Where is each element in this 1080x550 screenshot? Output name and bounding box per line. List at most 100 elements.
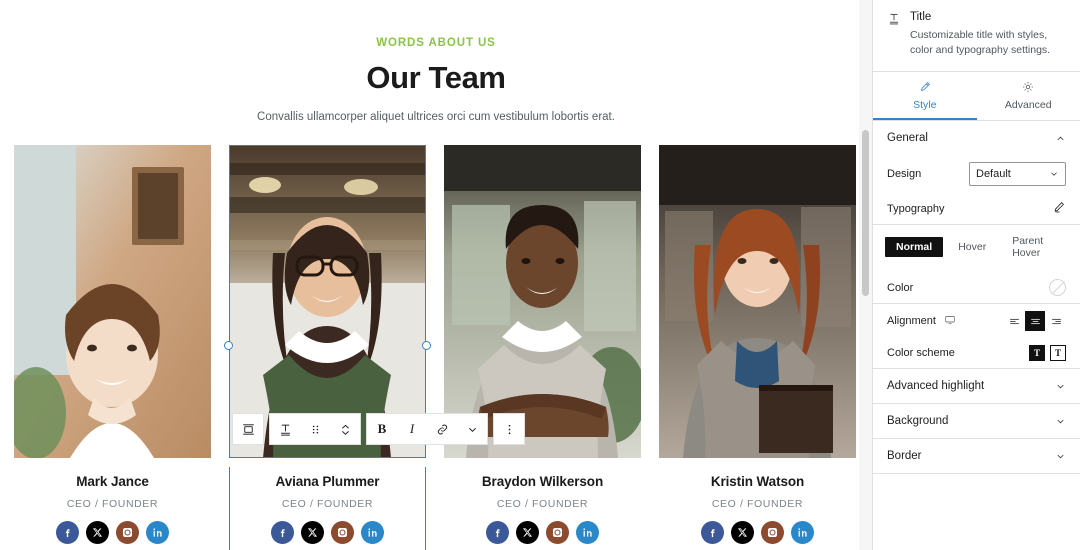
section-background-label: Background [887,415,949,428]
chevron-up-icon [1057,136,1064,141]
section-advanced-highlight[interactable]: Advanced highlight [873,369,1080,403]
toolbar-group-block-type [232,413,264,445]
tab-advanced[interactable]: Advanced [977,72,1080,120]
instagram-icon[interactable] [546,521,569,544]
align-center[interactable] [1025,311,1045,332]
align-right[interactable] [1046,311,1066,331]
vertical-ellipsis-icon[interactable] [494,414,524,444]
linkedin-icon[interactable] [361,521,384,544]
no-color-icon[interactable] [1049,279,1066,297]
resize-handle-right[interactable] [422,341,431,350]
resize-handle-left[interactable] [224,341,233,350]
linkedin-icon[interactable] [146,521,169,544]
member-photo[interactable] [444,145,641,458]
align-left[interactable] [1004,311,1024,331]
scheme-dark[interactable]: T [1029,345,1045,362]
section-eyebrow: WORDS ABOUT US [376,37,496,49]
x-twitter-icon[interactable] [86,521,109,544]
drag-dots-icon[interactable] [300,414,330,444]
alignment-options [1004,311,1066,332]
facebook-icon[interactable] [701,521,724,544]
member-name: Mark Jance [76,474,149,489]
design-label: Design [887,168,922,181]
design-select[interactable]: Default [969,162,1066,187]
member-role: CEO / FOUNDER [496,498,589,510]
member-role: CEO / FOUNDER [711,498,804,510]
block-transform-icon[interactable] [233,414,263,444]
x-twitter-icon[interactable] [731,521,754,544]
app-root: WORDS ABOUT US Our Team Convallis ullamc… [0,0,1080,550]
member-socials [444,521,641,544]
chevron-down-icon[interactable] [457,414,487,444]
team-member-card[interactable]: Kristin Watson CEO / FOUNDER [659,145,856,544]
member-photo[interactable] [659,145,856,458]
editor-canvas: WORDS ABOUT US Our Team Convallis ullamc… [0,0,872,550]
divider [873,473,1080,475]
row-color-scheme: Color scheme T T [873,338,1080,368]
team-grid: Mark Jance CEO / FOUNDER Aviana Plummer … [0,145,872,550]
tab-style[interactable]: Style [873,72,977,121]
pencil-icon[interactable] [1052,200,1066,217]
state-tabs: Normal Hover Parent Hover [873,225,1080,272]
member-photo[interactable] [229,145,426,458]
member-socials [14,521,211,544]
title-icon [887,12,901,58]
design-select-value: Default [976,168,1011,181]
link-icon[interactable] [427,414,457,444]
team-member-card-selected[interactable]: Aviana Plummer CEO / FOUNDER [224,145,431,550]
state-tab-normal[interactable]: Normal [885,237,944,258]
panel-description: Customizable title with styles, color an… [910,29,1051,57]
member-role: CEO / FOUNDER [281,498,374,510]
move-up-down-icon[interactable] [330,414,360,444]
member-role: CEO / FOUNDER [66,498,159,510]
state-tab-hover[interactable]: Hover [947,237,997,257]
section-subtitle: Convallis ullamcorper aliquet ultrices o… [257,111,615,123]
facebook-icon[interactable] [486,521,509,544]
monitor-icon[interactable] [944,314,956,329]
block-toolbar[interactable]: B I [232,413,525,445]
row-typography: Typography [873,193,1080,224]
title-icon[interactable] [270,414,300,444]
member-photo[interactable] [14,145,211,458]
row-color: Color [873,272,1080,303]
member-socials [229,521,426,544]
team-member-card[interactable]: Mark Jance CEO / FOUNDER [14,145,211,544]
member-name: Braydon Wilkerson [481,474,604,489]
section-general-label: General [887,132,928,145]
settings-sidebar: Title Customizable title with styles, co… [859,0,1080,550]
section-background[interactable]: Background [873,404,1080,438]
tab-style-label: Style [913,99,937,112]
facebook-icon[interactable] [56,521,79,544]
section-border[interactable]: Border [873,439,1080,473]
italic-button[interactable]: I [397,414,427,444]
color-scheme-label: Color scheme [887,347,955,360]
chevron-down-icon [1051,172,1057,177]
scheme-light[interactable]: T [1050,345,1066,362]
section-advanced-highlight-label: Advanced highlight [887,380,985,393]
sidebar-tabs: Style Advanced [873,72,1080,122]
sidebar-scrollbar-thumb[interactable] [862,130,869,296]
instagram-icon[interactable] [761,521,784,544]
linkedin-icon[interactable] [791,521,814,544]
gear-icon [977,80,1080,95]
row-design: Design Default [873,155,1080,193]
facebook-icon[interactable] [271,521,294,544]
section-border-label: Border [887,450,922,463]
section-general[interactable]: General [873,121,1080,155]
chevron-down-icon [1057,419,1064,424]
tab-advanced-label: Advanced [1004,99,1052,112]
state-tab-parent-hover[interactable]: Parent Hover [1001,231,1068,263]
x-twitter-icon[interactable] [516,521,539,544]
member-name: Aviana Plummer [275,474,380,489]
team-member-card[interactable]: Braydon Wilkerson CEO / FOUNDER [444,145,641,544]
row-alignment: Alignment [873,304,1080,338]
instagram-icon[interactable] [331,521,354,544]
color-scheme-options: T T [1029,345,1066,362]
x-twitter-icon[interactable] [301,521,324,544]
sidebar-header: Title Customizable title with styles, co… [873,0,1080,73]
toolbar-group-options [493,413,525,445]
linkedin-icon[interactable] [576,521,599,544]
toolbar-group-rich-text: B I [366,413,488,445]
instagram-icon[interactable] [116,521,139,544]
bold-button[interactable]: B [367,414,397,444]
